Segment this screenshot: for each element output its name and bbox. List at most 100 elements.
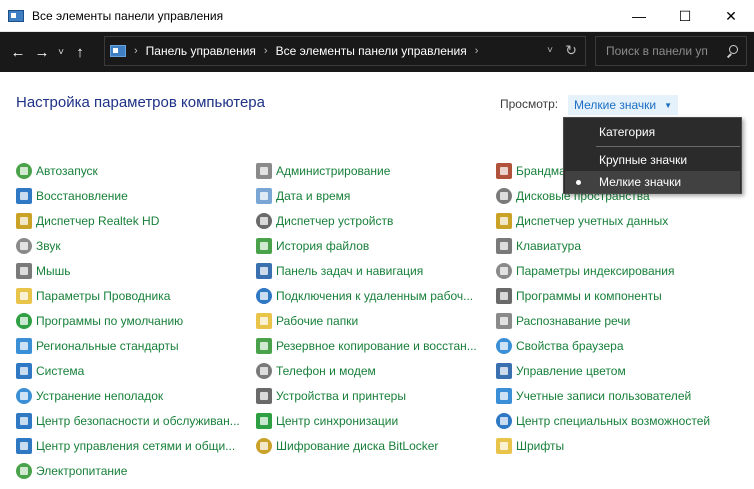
breadcrumb-control-panel[interactable]: Панель управления: [146, 44, 256, 58]
cp-item[interactable]: Центр специальных возможностей: [496, 412, 710, 430]
cp-item[interactable]: Диспетчер устройств: [256, 212, 393, 230]
menu-item-large-icons[interactable]: Крупные значки: [565, 149, 740, 171]
system-monitor-icon: [16, 363, 32, 379]
cp-item[interactable]: Параметры Проводника: [16, 287, 170, 305]
cp-item[interactable]: Устройства и принтеры: [256, 387, 406, 405]
cp-item[interactable]: Автозапуск: [16, 162, 98, 180]
cp-item-label: Автозапуск: [36, 164, 98, 178]
cp-item[interactable]: Мышь: [16, 262, 71, 280]
cp-item-label: Рабочие папки: [276, 314, 359, 328]
cp-item[interactable]: Резервное копирование и восстан...: [256, 337, 477, 355]
menu-item-category[interactable]: Категория: [565, 121, 740, 143]
cp-item[interactable]: Клавиатура: [496, 237, 581, 255]
selected-bullet-icon: [576, 180, 581, 185]
fonts-icon: [496, 438, 512, 454]
cp-item[interactable]: Устранение неполадок: [16, 387, 163, 405]
cp-item[interactable]: Шифрование диска BitLocker: [256, 437, 438, 455]
device-manager-icon: [256, 213, 272, 229]
cp-item[interactable]: Система: [16, 362, 84, 380]
folder-options-icon: [16, 288, 32, 304]
menu-item-label: Категория: [599, 125, 656, 139]
control-panel-icon: [110, 45, 126, 57]
cp-item-label: Звук: [36, 239, 61, 253]
cp-item[interactable]: Управление цветом: [496, 362, 626, 380]
forward-button[interactable]: →: [30, 37, 54, 67]
cp-item-label: Программы и компоненты: [516, 289, 662, 303]
cp-item[interactable]: Панель задач и навигация: [256, 262, 423, 280]
view-by-menu: Категория Крупные значки Мелкие значки: [563, 117, 742, 194]
breadcrumb-all-items[interactable]: Все элементы панели управления: [276, 44, 467, 58]
clock-icon: [256, 188, 272, 204]
network-icon: [16, 438, 32, 454]
menu-item-small-icons[interactable]: Мелкие значки: [565, 171, 740, 193]
cp-item[interactable]: Региональные стандарты: [16, 337, 179, 355]
cp-item[interactable]: Диспетчер учетных данных: [496, 212, 668, 230]
file-history-icon: [256, 238, 272, 254]
back-button[interactable]: ←: [6, 37, 30, 67]
close-button[interactable]: ✕: [708, 0, 754, 32]
cp-item[interactable]: Центр синхронизации: [256, 412, 398, 430]
cp-item[interactable]: Дата и время: [256, 187, 350, 205]
ease-of-access-icon: [496, 413, 512, 429]
search-input[interactable]: Поиск в панели уп: [595, 36, 747, 66]
security-flag-icon: [16, 413, 32, 429]
chevron-right-icon[interactable]: ›: [264, 45, 268, 57]
cp-item[interactable]: Шрифты: [496, 437, 564, 455]
cp-item-label: Центр синхронизации: [276, 414, 399, 428]
cp-item[interactable]: Восстановление: [16, 187, 128, 205]
refresh-button[interactable]: ↻: [565, 42, 577, 59]
cp-item[interactable]: Распознавание речи: [496, 312, 630, 330]
cp-item-label: Параметры индексирования: [516, 264, 675, 278]
maximize-button[interactable]: ☐: [662, 0, 708, 32]
up-button[interactable]: ↑: [68, 37, 92, 67]
cp-item[interactable]: Администрирование: [256, 162, 390, 180]
menu-item-label: Мелкие значки: [599, 175, 682, 189]
chevron-right-icon[interactable]: ›: [134, 45, 138, 57]
cp-item[interactable]: Телефон и модем: [256, 362, 376, 380]
cp-item-label: Восстановление: [36, 189, 128, 203]
cp-item-label: Шифрование диска BitLocker: [276, 439, 439, 453]
minimize-button[interactable]: —: [616, 0, 662, 32]
cp-item-label: Устранение неполадок: [36, 389, 164, 403]
cp-item-label: Параметры Проводника: [36, 289, 171, 303]
cp-item-label: Диспетчер Realtek HD: [36, 214, 160, 228]
chevron-right-icon[interactable]: ›: [475, 45, 479, 57]
phone-modem-icon: [256, 363, 272, 379]
breadcrumb[interactable]: › Панель управления › Все элементы панел…: [104, 36, 586, 66]
window-controls: — ☐ ✕: [616, 0, 754, 32]
cp-item[interactable]: Учетные записи пользователей: [496, 387, 691, 405]
search-icon[interactable]: [726, 45, 738, 58]
cp-item-label: Управление цветом: [516, 364, 626, 378]
cp-item[interactable]: Подключения к удаленным рабоч...: [256, 287, 473, 305]
work-folders-icon: [256, 313, 272, 329]
cp-item-label: Распознавание речи: [516, 314, 631, 328]
cp-item[interactable]: Параметры индексирования: [496, 262, 674, 280]
cp-item[interactable]: Центр управления сетями и общи...: [16, 437, 235, 455]
address-history-dropdown[interactable]: ˅: [547, 45, 553, 56]
menu-item-label: Крупные значки: [599, 153, 688, 167]
view-by-value: Мелкие значки: [574, 98, 657, 112]
cp-item[interactable]: Рабочие папки: [256, 312, 358, 330]
cp-item-label: Свойства браузера: [516, 339, 624, 353]
cp-item-label: Шрифты: [516, 439, 565, 453]
cp-item[interactable]: Программы по умолчанию: [16, 312, 183, 330]
cp-item[interactable]: Свойства браузера: [496, 337, 624, 355]
cp-item[interactable]: Звук: [16, 237, 61, 255]
cp-item-label: История файлов: [276, 239, 370, 253]
cp-item[interactable]: Электропитание: [16, 462, 127, 480]
speaker-icon: [16, 238, 32, 254]
cp-item[interactable]: Программы и компоненты: [496, 287, 662, 305]
backup-icon: [256, 338, 272, 354]
recent-locations-button[interactable]: ˅: [54, 37, 68, 67]
cp-item-label: Электропитание: [36, 464, 128, 478]
cp-item-label: Администрирование: [276, 164, 391, 178]
cp-item-label: Мышь: [36, 264, 71, 278]
cp-item-label: Центр специальных возможностей: [516, 414, 711, 428]
view-by-select[interactable]: Мелкие значки ▼: [568, 95, 679, 115]
cp-item[interactable]: Центр безопасности и обслуживан...: [16, 412, 240, 430]
cp-item[interactable]: История файлов: [256, 237, 369, 255]
cp-item[interactable]: Диспетчер Realtek HD: [16, 212, 159, 230]
remote-desktop-icon: [256, 288, 272, 304]
region-globe-icon: [16, 338, 32, 354]
cp-item-label: Система: [36, 364, 85, 378]
